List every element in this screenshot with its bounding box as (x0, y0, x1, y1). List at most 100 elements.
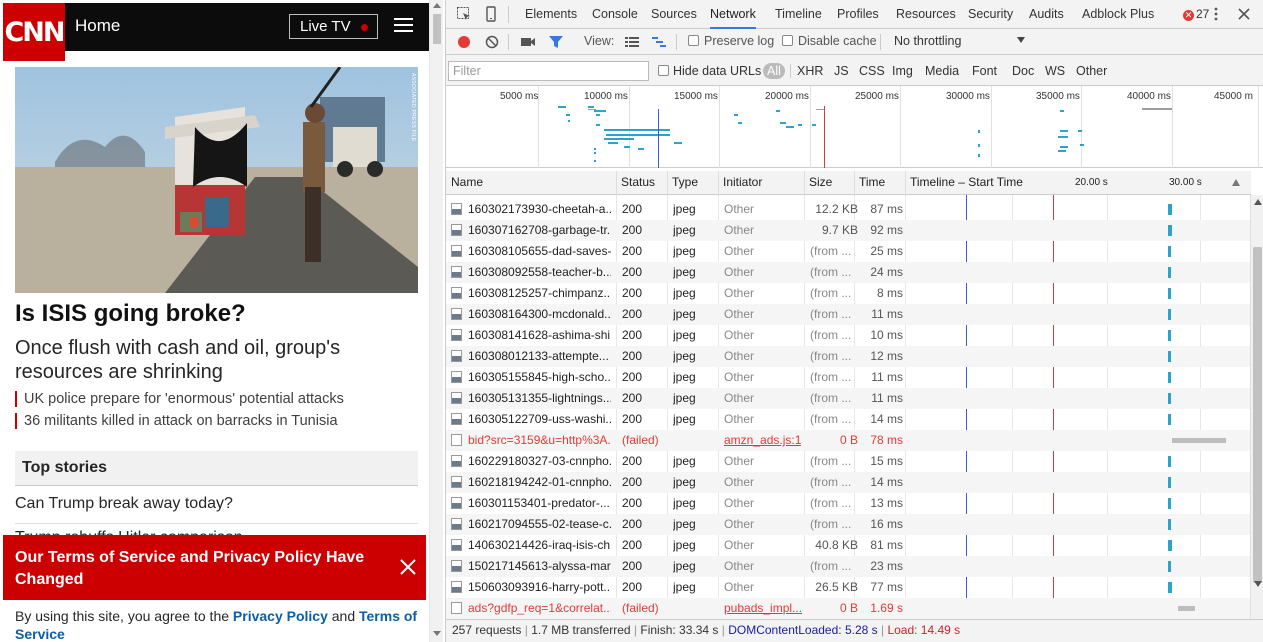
more-options-icon[interactable] (1208, 6, 1224, 22)
table-row[interactable]: 160301153401-predator-... 200 jpeg Other (fr… (446, 493, 1251, 514)
related-link[interactable]: UK police prepare for 'enormous' potenti… (15, 391, 344, 407)
request-name[interactable]: 160302173930-cheetah-a... (451, 199, 611, 220)
network-overview[interactable]: 5000 ms 10000 ms 15000 ms 20000 ms 25000… (446, 86, 1263, 168)
hide-data-urls-checkbox[interactable] (658, 65, 669, 76)
table-row[interactable]: 160229180327-03-cnnpho... 200 jpeg Other (fr… (446, 451, 1251, 472)
subheadline[interactable]: Once flush with cash and oil, group's re… (15, 336, 415, 384)
request-initiator[interactable]: amzn_ads.js:1 (724, 430, 801, 451)
column-size[interactable]: Size (804, 171, 855, 195)
request-name[interactable]: 160218194242-01-cnnpho... (451, 472, 611, 493)
table-row[interactable]: 160302173930-cheetah-a... 200 jpeg Other 12.… (446, 199, 1251, 220)
clear-icon[interactable] (484, 34, 500, 50)
sort-ascending-icon[interactable] (1231, 178, 1241, 187)
capture-screenshots-icon[interactable] (520, 34, 536, 50)
table-row[interactable]: bid?src=3159&u=http%3A... (failed) amzn_ad… (446, 430, 1251, 451)
request-name[interactable]: 160305122709-uss-washi... (451, 409, 611, 430)
request-name[interactable]: 160301153401-predator-... (451, 493, 611, 514)
inspect-element-icon[interactable] (456, 6, 472, 22)
column-time[interactable]: Time (854, 171, 906, 195)
filter-type-xhr[interactable]: XHR (797, 64, 823, 78)
request-name[interactable]: 150603093916-harry-pott... (451, 577, 611, 598)
column-name[interactable]: Name (446, 171, 617, 195)
filter-type-js[interactable]: JS (834, 64, 849, 78)
request-name[interactable]: 160308125257-chimpanz... (451, 283, 611, 304)
table-row[interactable]: 160308092558-teacher-b... 200 jpeg Other (fr… (446, 262, 1251, 283)
throttling-select[interactable]: No throttling (894, 34, 961, 48)
table-row[interactable]: ads?gdfp_req=1&correlat... (failed) pubads… (446, 598, 1251, 619)
table-row[interactable]: 160308125257-chimpanz... 200 jpeg Other (fro… (446, 283, 1251, 304)
hamburger-menu-icon[interactable] (394, 18, 413, 34)
request-name[interactable]: 160308092558-teacher-b... (451, 262, 611, 283)
related-link[interactable]: 36 militants killed in attack on barrack… (15, 413, 338, 429)
tab-audits[interactable]: Audits (1029, 0, 1064, 29)
filter-type-all[interactable]: All (763, 63, 785, 79)
disable-cache-checkbox[interactable] (782, 35, 793, 46)
filter-type-doc[interactable]: Doc (1012, 64, 1034, 78)
chevron-down-icon[interactable] (1016, 35, 1026, 45)
table-row[interactable]: 150603093916-harry-pott... 200 jpeg Other 26… (446, 577, 1251, 598)
tab-sources[interactable]: Sources (651, 0, 697, 29)
table-row[interactable]: 160305131355-lightnings... 200 jpeg Other (f… (446, 388, 1251, 409)
filter-type-css[interactable]: CSS (859, 64, 885, 78)
large-rows-icon[interactable] (624, 34, 640, 50)
scroll-down-icon[interactable] (433, 631, 441, 636)
close-devtools-icon[interactable] (1236, 6, 1252, 22)
column-type[interactable]: Type (667, 171, 719, 195)
tab-adblock-plus[interactable]: Adblock Plus (1082, 0, 1154, 29)
filter-type-font[interactable]: Font (972, 64, 997, 78)
request-list-scrollbar[interactable] (1250, 195, 1263, 619)
live-tv-button[interactable]: Live TV (289, 14, 378, 39)
filter-icon[interactable] (548, 34, 564, 50)
scroll-up-icon[interactable] (1254, 199, 1262, 205)
table-row[interactable]: 160308105655-dad-saves-... 200 jpeg Other (f… (446, 241, 1251, 262)
filter-type-other[interactable]: Other (1076, 64, 1107, 78)
filter-type-media[interactable]: Media (925, 64, 959, 78)
column-initiator[interactable]: Initiator (718, 171, 805, 195)
filter-type-img[interactable]: Img (892, 64, 913, 78)
scrollbar-thumb[interactable] (1253, 247, 1262, 583)
tab-elements[interactable]: Elements (525, 0, 577, 29)
error-count-badge[interactable]: ✕ 27 (1183, 7, 1209, 21)
filter-type-ws[interactable]: WS (1045, 64, 1065, 78)
request-name[interactable]: 160308012133-attempte... (451, 346, 611, 367)
request-name[interactable]: 160305131355-lightnings... (451, 388, 611, 409)
request-name[interactable]: 160308141628-ashima-shi... (451, 325, 611, 346)
column-timeline[interactable]: Timeline – Start Time 20.00 s 30.00 s (905, 171, 1251, 195)
home-link[interactable]: Home (75, 16, 120, 36)
request-name[interactable]: 140630214426-iraq-isis-ch... (451, 535, 611, 556)
filter-input[interactable]: Filter (448, 61, 649, 81)
request-initiator[interactable]: pubads_impl... (724, 598, 802, 619)
headline[interactable]: Is ISIS going broke? (15, 300, 246, 328)
preserve-log-checkbox[interactable] (688, 35, 699, 46)
column-status[interactable]: Status (616, 171, 668, 195)
record-icon[interactable] (456, 34, 472, 50)
tab-console[interactable]: Console (592, 0, 638, 29)
request-name[interactable]: 160308105655-dad-saves-... (451, 241, 611, 262)
tab-network[interactable]: Network (710, 0, 756, 29)
tab-timeline[interactable]: Timeline (775, 0, 822, 29)
scroll-down-icon[interactable] (1254, 581, 1262, 587)
table-row[interactable]: 160305155845-high-scho... 200 jpeg Other (fr… (446, 367, 1251, 388)
table-row[interactable]: 160307162708-garbage-tr... 200 jpeg Other 9.… (446, 220, 1251, 241)
tab-security[interactable]: Security (968, 0, 1013, 29)
tab-profiles[interactable]: Profiles (837, 0, 879, 29)
request-name[interactable]: bid?src=3159&u=http%3A... (451, 430, 611, 451)
table-row[interactable]: 150217145613-alyssa-mar... 200 jpeg Other (f… (446, 556, 1251, 577)
request-name[interactable]: ads?gdfp_req=1&correlat... (451, 598, 611, 619)
table-row[interactable]: 160217094555-02-tease-c... 200 jpeg Other (f… (446, 514, 1251, 535)
request-name[interactable]: 160305155845-high-scho... (451, 367, 611, 388)
hero-image[interactable]: ASSOCIATED PRESS FILE (15, 67, 418, 293)
device-mode-icon[interactable] (483, 6, 499, 22)
story-link[interactable]: Can Trump break away today? (15, 495, 418, 524)
request-name[interactable]: 160229180327-03-cnnpho... (451, 451, 611, 472)
page-scrollbar[interactable] (429, 0, 443, 642)
request-name[interactable]: 160217094555-02-tease-c... (451, 514, 611, 535)
scrollbar-thumb[interactable] (433, 14, 441, 44)
table-row[interactable]: 160305122709-uss-washi... 200 jpeg Other (fr… (446, 409, 1251, 430)
cnn-logo[interactable]: CNN (3, 3, 66, 61)
scroll-up-icon[interactable] (433, 3, 441, 8)
request-name[interactable]: 150217145613-alyssa-mar... (451, 556, 611, 577)
privacy-policy-link[interactable]: Privacy Policy (233, 608, 328, 624)
request-name[interactable]: 160307162708-garbage-tr... (451, 220, 611, 241)
table-row[interactable]: 140630214426-iraq-isis-ch... 200 jpeg Other… (446, 535, 1251, 556)
